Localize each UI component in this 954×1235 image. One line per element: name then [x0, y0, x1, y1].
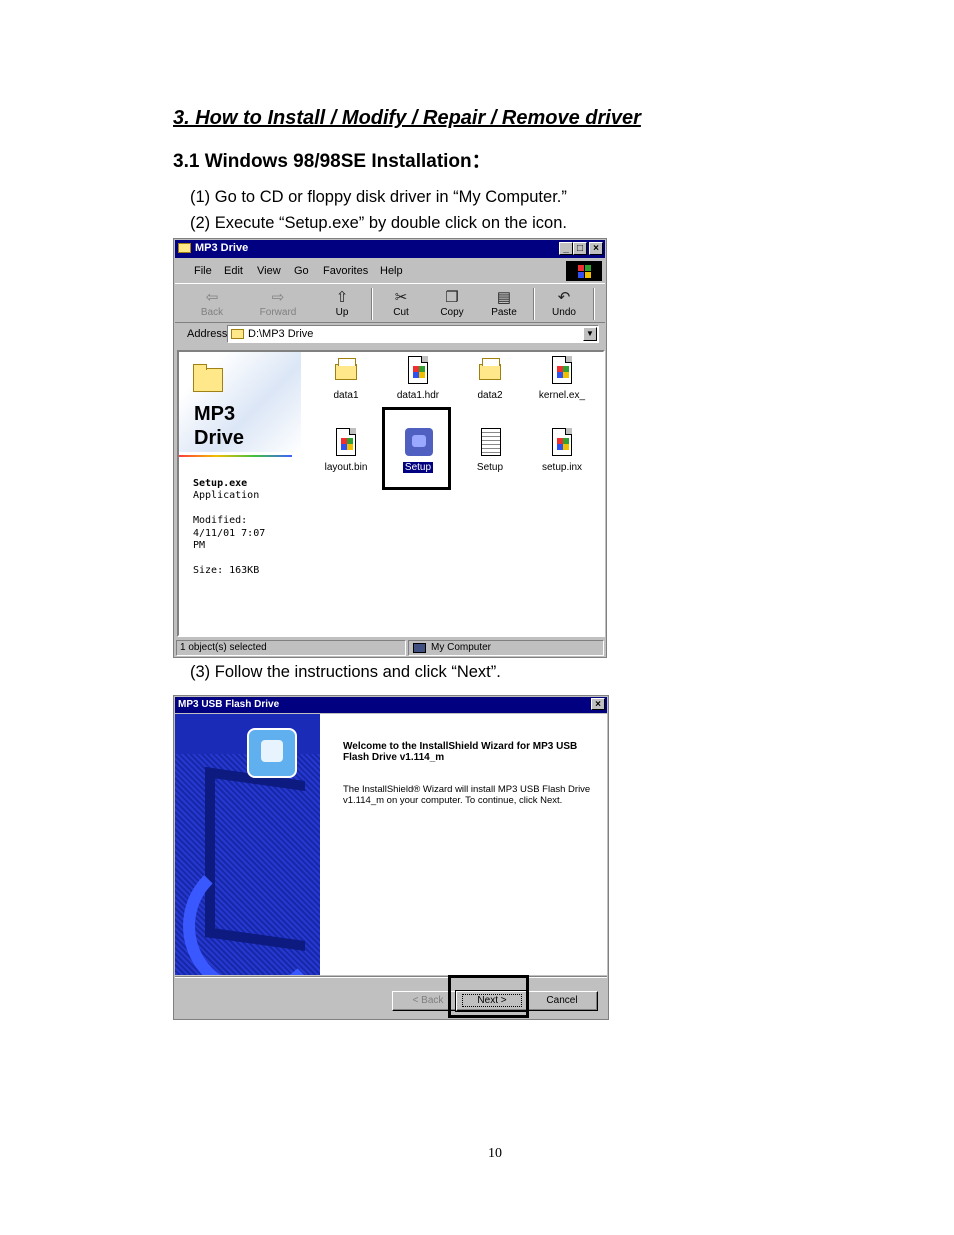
modified-value: 4/11/01 7:07	[193, 528, 266, 539]
windows-file-icon	[552, 356, 572, 384]
file-layout-bin[interactable]: layout.bin	[316, 428, 376, 473]
clipboard-icon: ▤	[496, 289, 512, 306]
toolbar: ⇦ Back ⇨ Forward ⇧ Up ✂ Cut ❐ Copy ▤ Paste ↶ Un…	[175, 283, 605, 323]
scissors-icon: ✂	[394, 289, 408, 306]
forward-arrow-icon: ⇨	[271, 289, 285, 306]
menu-help[interactable]: Help	[380, 265, 403, 277]
copy-button[interactable]: ❐ Copy	[427, 287, 477, 318]
copy-icon: ❐	[445, 289, 459, 306]
cancel-button[interactable]: Cancel	[526, 991, 598, 1011]
close-button[interactable]: ×	[589, 242, 603, 255]
package-icon	[335, 358, 357, 380]
file-setup-ini[interactable]: Setup	[460, 428, 520, 473]
dialog-body: Welcome to the InstallShield Wizard for …	[175, 714, 607, 975]
status-location: My Computer	[408, 640, 604, 656]
highlight-box	[382, 407, 451, 490]
section-heading: 3. How to Install / Modify / Repair / Re…	[173, 107, 641, 129]
address-field[interactable]: D:\MP3 Drive ▼	[227, 325, 599, 343]
selected-file-name: Setup.exe	[193, 478, 248, 489]
file-kernel[interactable]: kernel.ex_	[532, 356, 592, 401]
forward-button[interactable]: ⇨ Forward	[253, 287, 303, 318]
folder-icon	[193, 364, 223, 392]
windows-file-icon	[408, 356, 428, 384]
status-bar: 1 object(s) selected My Computer	[175, 639, 605, 657]
step-1-text: (1) Go to CD or floppy disk driver in “M…	[190, 188, 567, 206]
package-icon	[479, 358, 501, 380]
close-button[interactable]: ×	[591, 698, 605, 710]
highlight-box	[448, 975, 529, 1018]
divider	[179, 455, 292, 457]
paste-button[interactable]: ▤ Paste	[479, 287, 529, 318]
menu-edit[interactable]: Edit	[224, 265, 243, 277]
address-label: Address	[187, 328, 228, 340]
modified-value-ampm: PM	[193, 540, 206, 551]
address-bar: Address D:\MP3 Drive ▼	[175, 324, 605, 346]
menu-view[interactable]: View	[257, 265, 281, 277]
maximize-button[interactable]: □	[573, 242, 587, 255]
installshield-dialog: MP3 USB Flash Drive × Welcome to the Ins…	[173, 695, 609, 1020]
welcome-heading: Welcome to the InstallShield Wizard for …	[343, 741, 578, 763]
web-view-panel: MP3 Drive Setup.exe Application Modified:…	[179, 352, 301, 635]
file-data1-hdr[interactable]: data1.hdr	[388, 356, 448, 401]
wizard-description: The InstallShield® Wizard will install M…	[343, 784, 591, 806]
notepad-icon	[481, 428, 501, 456]
installshield-logo-icon	[247, 728, 297, 778]
folder-icon	[231, 329, 244, 339]
file-data1[interactable]: data1	[316, 356, 376, 401]
menu-bar: File Edit View Go Favorites Help	[175, 260, 605, 282]
step-3-text: (3) Follow the instructions and click “N…	[190, 663, 501, 681]
undo-button[interactable]: ↶ Undo	[539, 287, 589, 318]
explorer-title: MP3 Drive	[195, 242, 249, 254]
up-folder-icon: ⇧	[335, 289, 349, 306]
step-2-text: (2) Execute “Setup.exe” by double click …	[190, 214, 567, 232]
up-button[interactable]: ⇧ Up	[317, 287, 367, 318]
undo-icon: ↶	[557, 289, 571, 306]
windows-file-icon	[336, 428, 356, 456]
address-value: D:\MP3 Drive	[248, 328, 314, 340]
selected-file-type: Application	[193, 490, 260, 501]
computer-icon	[413, 643, 426, 653]
folder-view: MP3 Drive Setup.exe Application Modified:…	[177, 350, 605, 637]
folder-icon	[178, 243, 191, 253]
windows-logo-icon	[566, 261, 602, 281]
minimize-button[interactable]: _	[559, 242, 573, 255]
dialog-title: MP3 USB Flash Drive	[178, 699, 280, 710]
subsection-heading: 3.1 Windows 98/98SE Installation：	[173, 151, 491, 172]
menu-favorites[interactable]: Favorites	[323, 265, 368, 277]
back-arrow-icon: ⇦	[205, 289, 219, 306]
back-button[interactable]: ⇦ Back	[187, 287, 237, 318]
page-number: 10	[488, 1146, 502, 1161]
file-size: Size: 163KB	[193, 565, 260, 576]
file-data2[interactable]: data2	[460, 356, 520, 401]
explorer-titlebar[interactable]: MP3 Drive _ □ ×	[175, 240, 605, 258]
dropdown-arrow-icon[interactable]: ▼	[583, 327, 597, 341]
file-setup-inx[interactable]: setup.inx	[532, 428, 592, 473]
dialog-titlebar[interactable]: MP3 USB Flash Drive ×	[175, 697, 607, 713]
status-selection: 1 object(s) selected	[176, 640, 406, 656]
divider	[175, 976, 607, 978]
modified-label: Modified:	[193, 515, 248, 526]
cut-button[interactable]: ✂ Cut	[376, 287, 426, 318]
menu-file[interactable]: File	[194, 265, 212, 277]
windows-file-icon	[552, 428, 572, 456]
wizard-banner-image	[175, 714, 320, 975]
menu-go[interactable]: Go	[294, 265, 309, 277]
panel-title: MP3 Drive	[194, 403, 245, 449]
